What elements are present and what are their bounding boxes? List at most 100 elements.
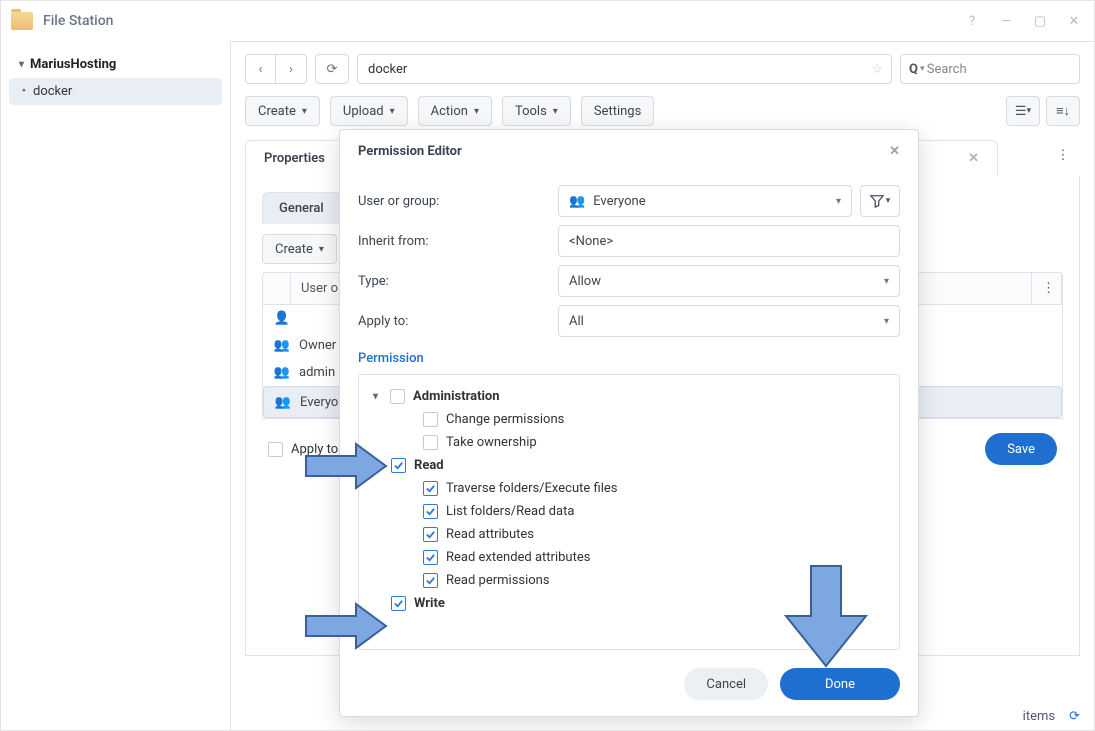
search-caret: ▾ [920, 64, 927, 74]
items-count: items [1023, 709, 1055, 724]
create-label: Create [258, 104, 296, 119]
close-icon[interactable]: ✕ [968, 151, 979, 166]
upload-label: Upload [343, 104, 384, 119]
chevron-down-icon: ▾ [474, 106, 479, 117]
create-button[interactable]: Create ▾ [245, 96, 320, 126]
lbl-type: Type: [358, 274, 558, 289]
lbl-inherit: Inherit from: [358, 234, 558, 249]
tree-item-label: docker [33, 84, 72, 99]
row-label: Owner [299, 338, 336, 353]
checkbox[interactable] [423, 435, 438, 450]
perm-create-button[interactable]: Create ▾ [262, 234, 337, 264]
done-button[interactable]: Done [780, 668, 900, 700]
star-icon[interactable]: ☆ [871, 62, 883, 77]
perm-admin-label: Administration [413, 389, 500, 404]
settings-button[interactable]: Settings [581, 96, 654, 126]
view-list-button[interactable]: ☰▾ [1006, 96, 1040, 126]
tree-root[interactable]: ▾ MariusHosting [1, 51, 230, 78]
sidebar: ▾ MariusHosting • docker [1, 41, 231, 730]
perm-label: Read attributes [446, 527, 534, 542]
perm-create-label: Create [275, 242, 313, 257]
group-icon: 👥 [273, 338, 291, 353]
perm-label: Change permissions [446, 412, 564, 427]
annotation-arrow-icon [781, 561, 871, 671]
refresh-icon[interactable]: ⟳ [1069, 709, 1080, 724]
group-icon: 👥 [569, 194, 585, 209]
checkbox[interactable] [423, 412, 438, 427]
user-or-group-value: Everyone [593, 194, 645, 209]
user-or-group-select[interactable]: 👥 Everyone ▾ [558, 185, 852, 217]
sort-button[interactable]: ≡↓ [1046, 96, 1080, 126]
path-input[interactable]: docker ☆ [357, 54, 892, 84]
chevron-down-icon: ▾ [373, 391, 378, 402]
window-title: File Station [43, 13, 113, 29]
close-icon[interactable]: ✕ [1064, 11, 1084, 31]
save-button[interactable]: Save [985, 433, 1057, 465]
perm-write-label: Write [414, 596, 445, 611]
refresh-button[interactable]: ⟳ [315, 54, 349, 84]
perm-label: List folders/Read data [446, 504, 574, 519]
checkbox-read[interactable] [391, 458, 406, 473]
tools-label: Tools [515, 104, 547, 119]
chevron-down-icon: ▾ [319, 244, 324, 255]
checkbox-write[interactable] [391, 596, 406, 611]
search-input[interactable]: Q▾ Search [900, 54, 1080, 84]
chevron-down-icon: ▾ [553, 106, 558, 117]
tree-item-docker[interactable]: • docker [9, 78, 222, 105]
close-icon[interactable]: ✕ [889, 144, 900, 159]
perm-item[interactable]: Change permissions [373, 408, 885, 431]
checkbox[interactable] [423, 481, 438, 496]
apply-to-value: All [569, 314, 584, 329]
cancel-button[interactable]: Cancel [684, 668, 768, 700]
chevron-down-icon: ▾ [884, 316, 889, 327]
user-icon: 👤 [273, 311, 291, 326]
more-icon[interactable]: ⋮ [1046, 140, 1080, 170]
chevron-down-icon: ▾ [884, 276, 889, 287]
checkbox[interactable] [423, 573, 438, 588]
help-icon[interactable]: ? [962, 11, 982, 31]
filter-button[interactable]: ▾ [860, 185, 900, 217]
apply-to-select[interactable]: All ▾ [558, 305, 900, 337]
lbl-apply-to: Apply to: [358, 314, 558, 329]
group-icon: 👥 [274, 395, 292, 410]
tree-root-label: MariusHosting [30, 57, 116, 72]
chevron-down-icon: ▾ [302, 106, 307, 117]
dialog-title: Permission Editor [358, 144, 462, 159]
perm-group-admin[interactable]: ▾ Administration [373, 385, 885, 408]
chevron-down-icon: ▾ [390, 106, 395, 117]
settings-label: Settings [594, 104, 641, 119]
checkbox[interactable] [423, 527, 438, 542]
type-select[interactable]: Allow ▾ [558, 265, 900, 297]
perm-item[interactable]: Read attributes [373, 523, 885, 546]
search-placeholder: Search [927, 62, 967, 77]
perm-group-read[interactable]: Read [373, 454, 885, 477]
perm-label: Take ownership [446, 435, 537, 450]
checkbox[interactable] [423, 504, 438, 519]
checkbox[interactable] [423, 550, 438, 565]
minimize-icon[interactable]: — [996, 11, 1016, 31]
perm-label: Traverse folders/Execute files [446, 481, 617, 496]
search-icon: Q [909, 62, 918, 77]
row-label: admin [299, 365, 335, 380]
subtab-general[interactable]: General [262, 192, 341, 224]
nav-back-button[interactable]: ‹ [246, 55, 276, 83]
checkbox-admin[interactable] [390, 389, 405, 404]
nav-history: ‹ › [245, 54, 307, 84]
action-button[interactable]: Action▾ [418, 96, 492, 126]
chevron-down-icon: ▾ [836, 196, 841, 207]
annotation-arrow-icon [301, 601, 391, 651]
apply-recursive-checkbox[interactable] [268, 442, 283, 457]
col-menu-icon[interactable]: ⋮ [1032, 273, 1062, 304]
perm-item[interactable]: Traverse folders/Execute files [373, 477, 885, 500]
nav-forward-button[interactable]: › [276, 55, 306, 83]
annotation-arrow-icon [301, 441, 391, 491]
lbl-user-or-group: User or group: [358, 194, 558, 209]
group-icon: 👥 [273, 365, 291, 380]
perm-item[interactable]: Take ownership [373, 431, 885, 454]
perm-label: Read extended attributes [446, 550, 590, 565]
chevron-down-icon: ▾ [19, 59, 24, 70]
perm-item[interactable]: List folders/Read data [373, 500, 885, 523]
tools-button[interactable]: Tools ▾ [502, 96, 571, 126]
upload-button[interactable]: Upload ▾ [330, 96, 408, 126]
maximize-icon[interactable]: ▢ [1030, 11, 1050, 31]
